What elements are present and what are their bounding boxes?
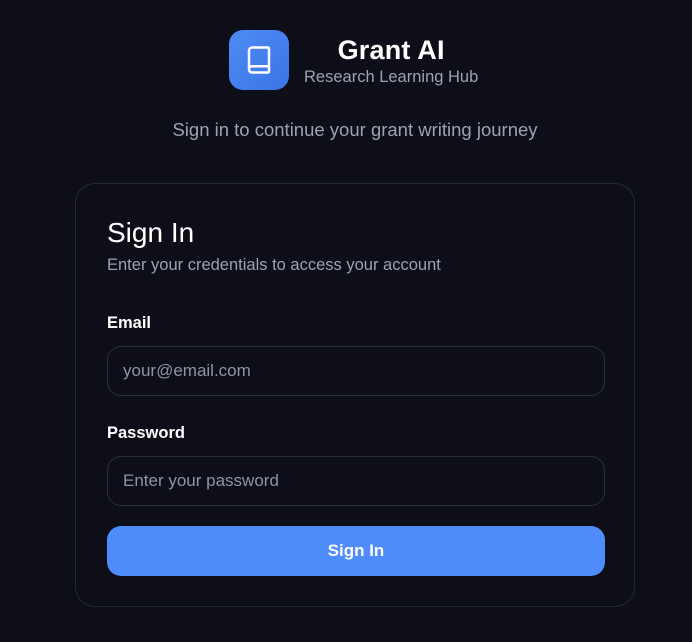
app-subtitle: Research Learning Hub xyxy=(304,67,479,86)
email-label: Email xyxy=(107,314,152,332)
book-icon xyxy=(247,46,271,74)
password-field[interactable] xyxy=(107,456,605,506)
signin-button[interactable]: Sign In xyxy=(107,526,605,576)
app-title: Grant AI xyxy=(337,34,445,65)
signin-card: Sign In Enter your credentials to access… xyxy=(75,183,635,607)
signin-description: Enter your credentials to access your ac… xyxy=(107,256,441,274)
password-label: Password xyxy=(107,424,185,442)
signin-title: Sign In xyxy=(107,217,195,248)
tagline: Sign in to continue your grant writing j… xyxy=(172,119,538,140)
login-page: Grant AI Research Learning Hub Sign in t… xyxy=(0,0,692,642)
email-field[interactable] xyxy=(107,346,605,396)
logo xyxy=(229,30,289,90)
brand-text: Grant AI Research Learning Hub xyxy=(304,34,478,87)
brand-header: Grant AI Research Learning Hub xyxy=(229,30,478,90)
